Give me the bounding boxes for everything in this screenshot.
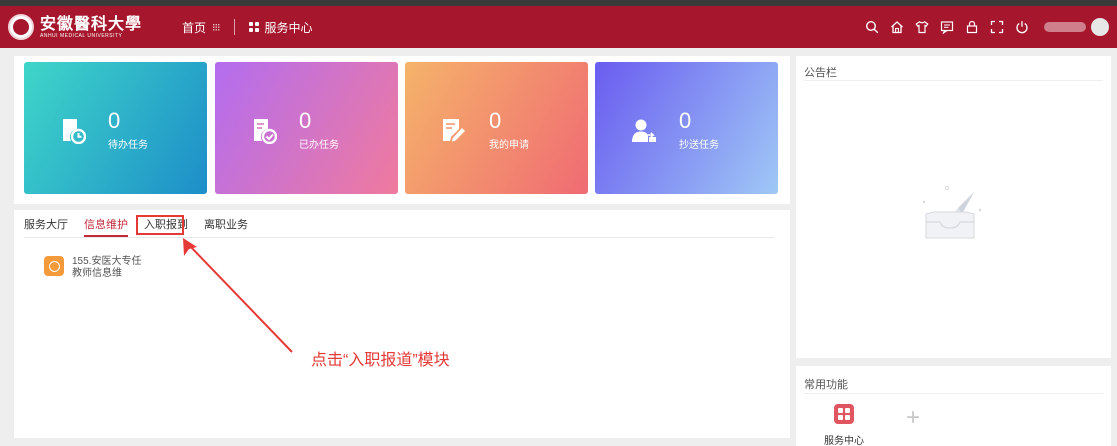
stat-label: 抄送任务: [679, 140, 719, 151]
nav-service-label: 服务中心: [264, 20, 313, 35]
search-icon[interactable]: [865, 20, 879, 34]
stat-card-done[interactable]: 0 已办任务: [215, 62, 398, 194]
grid-icon: [834, 404, 854, 424]
nav-home[interactable]: 首页 ⁝⁝⁝: [182, 19, 220, 36]
stat-card-cc[interactable]: 0 抄送任务: [595, 62, 778, 194]
message-icon[interactable]: [940, 20, 954, 34]
notice-board-panel: 公告栏: [796, 56, 1111, 358]
favorites-panel: 常用功能 服务中心 +: [796, 366, 1111, 446]
power-icon[interactable]: [1015, 20, 1029, 34]
stat-label: 已办任务: [299, 140, 339, 151]
favorite-label: 服务中心: [824, 436, 864, 446]
stat-count: 0: [108, 108, 121, 133]
stat-count: 0: [489, 108, 502, 133]
nav-home-label: 首页: [182, 20, 207, 35]
favorite-service-center[interactable]: 服务中心: [824, 404, 864, 446]
stat-label: 我的申请: [489, 140, 529, 151]
service-hall-title: 服务大厅: [24, 219, 68, 231]
avatar[interactable]: [1091, 18, 1109, 36]
favorites-title: 常用功能: [804, 379, 848, 391]
service-hall-panel: 服务大厅 信息维护 入职报到 离职业务 155.安医大专任教师信息维: [14, 210, 790, 438]
logo-chinese-name: 安徽醫科大學: [40, 13, 143, 33]
tab-info-maintenance[interactable]: 信息维护: [84, 218, 128, 237]
university-logo[interactable]: 安徽醫科大學 ANHUI MEDICAL UNIVERSITY: [8, 14, 142, 40]
favorites-divider: [804, 393, 1103, 394]
service-item-label: 155.安医大专任教师信息维: [72, 256, 142, 279]
stat-count: 0: [299, 108, 312, 133]
check-doc-icon: [251, 118, 278, 145]
top-navbar: 安徽醫科大學 ANHUI MEDICAL UNIVERSITY 首页 ⁝⁝⁝ 服…: [0, 0, 1117, 48]
logo-english-name: ANHUI MEDICAL UNIVERSITY: [40, 32, 123, 39]
user-share-icon: [631, 118, 657, 144]
onboarding-highlight-box: [136, 215, 184, 235]
empty-inbox-icon: [916, 184, 986, 254]
tab-resignation[interactable]: 离职业务: [204, 218, 248, 232]
lock-icon[interactable]: [965, 20, 979, 34]
username-blurred[interactable]: [1044, 22, 1086, 32]
apps-dots-icon[interactable]: ⁝⁝⁝: [212, 21, 220, 34]
home-icon[interactable]: [890, 20, 904, 34]
service-item-icon: [44, 256, 64, 276]
shirt-icon[interactable]: [915, 20, 929, 34]
stat-count: 0: [679, 108, 692, 133]
stat-card-applications[interactable]: 0 我的申请: [405, 62, 588, 194]
fullscreen-icon[interactable]: [990, 20, 1004, 34]
nav-service-center[interactable]: 服务中心: [248, 19, 313, 36]
clock-doc-icon: [60, 118, 87, 145]
edit-doc-icon: [441, 118, 467, 144]
nav-divider: [233, 19, 235, 35]
university-seal-icon: [8, 14, 34, 40]
notice-divider: [804, 80, 1103, 81]
service-item[interactable]: 155.安医大专任教师信息维: [44, 256, 142, 280]
notice-title: 公告栏: [804, 67, 837, 79]
stat-card-pending[interactable]: 0 待办任务: [24, 62, 207, 194]
annotation-text: 点击“入职报道”模块: [311, 352, 450, 369]
stat-label: 待办任务: [108, 140, 148, 151]
grid-icon: [248, 22, 259, 32]
add-favorite-icon[interactable]: +: [906, 406, 920, 430]
task-summary-panel: 0 待办任务 0 已办任务 0 我的申请 0 抄送任务: [14, 56, 790, 204]
